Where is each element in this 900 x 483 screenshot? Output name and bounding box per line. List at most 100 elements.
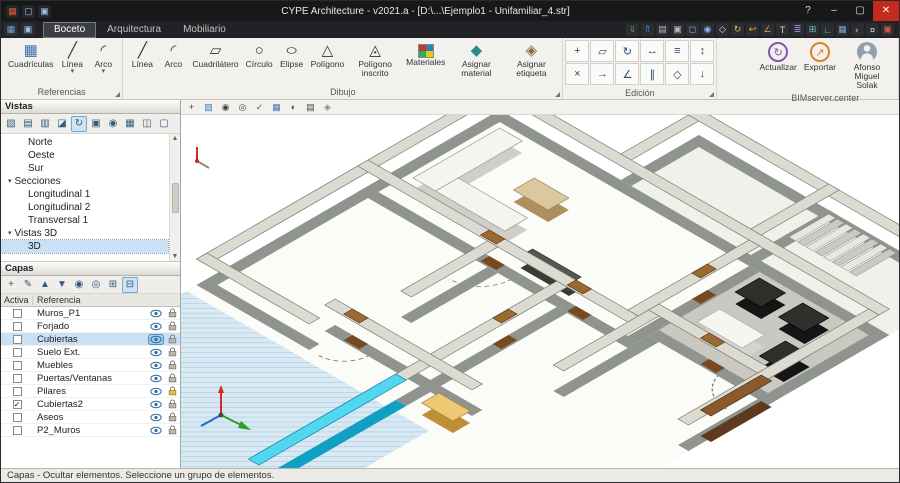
tree-item[interactable]: Longitudinal 1 [1, 188, 168, 201]
vistas-tool-icon[interactable]: ◫ [139, 116, 155, 132]
layer-checkbox[interactable] [12, 347, 22, 357]
vistas-tool-icon[interactable]: ▥ [37, 116, 53, 132]
strip-icon[interactable]: ↻ [731, 23, 744, 36]
ribbon-button[interactable]: Arco [158, 40, 188, 71]
vistas-tool-icon[interactable]: ▣ [88, 116, 104, 132]
layer-row[interactable]: Forjado [1, 320, 180, 333]
minimize-button[interactable]: – [821, 1, 847, 21]
tree-item[interactable]: Longitudinal 2 [1, 201, 168, 214]
strip-icon[interactable]: ◇ [716, 23, 729, 36]
strip-icon[interactable]: ◐ [851, 23, 864, 36]
edit-tool-button[interactable]: ↔ [640, 40, 665, 62]
ribbon-button[interactable]: Línea [127, 40, 157, 71]
capas-tool-icon[interactable]: ◎ [88, 277, 104, 293]
edit-tool-button[interactable]: ↻ [615, 40, 640, 62]
strip-icon[interactable]: ▣ [881, 23, 894, 36]
eye-icon[interactable] [149, 348, 163, 357]
viewport-tool-icon[interactable]: ▦ [269, 101, 284, 114]
edit-tool-button[interactable]: ↕ [690, 40, 715, 62]
maximize-button[interactable]: ▢ [847, 1, 873, 21]
chevron-down-icon[interactable] [71, 69, 75, 75]
viewport-tool-icon[interactable]: ◐ [286, 101, 301, 114]
ribbon-button[interactable]: Asignar etiqueta [504, 40, 558, 80]
layer-checkbox[interactable] [12, 399, 22, 409]
exportar-button[interactable]: Exportar [801, 40, 839, 74]
layer-row[interactable]: Cubiertas2 [1, 398, 180, 411]
edit-tool-button[interactable]: ▱ [590, 40, 615, 62]
capas-tool-icon[interactable]: + [3, 277, 19, 293]
layer-checkbox[interactable] [12, 412, 22, 422]
edit-tool-button[interactable]: × [565, 63, 590, 85]
layer-row[interactable]: Puertas/Ventanas [1, 372, 180, 385]
ribbon-button[interactable]: Elipse [277, 40, 307, 71]
capas-tool-icon[interactable]: ▲ [37, 277, 53, 293]
scroll-down-icon[interactable]: ▼ [172, 253, 179, 260]
layer-checkbox[interactable] [12, 334, 22, 344]
tree-item[interactable]: Norte [1, 136, 168, 149]
strip-icon[interactable]: ▣ [671, 23, 684, 36]
lock-icon[interactable] [165, 347, 180, 357]
viewport-tool-icon[interactable]: ◈ [320, 101, 335, 114]
tree-item[interactable]: Transversal 1 [1, 214, 168, 227]
capas-tool-icon[interactable]: ⊞ [105, 277, 121, 293]
edit-tool-button[interactable]: ∥ [640, 63, 665, 85]
dialog-launcher-icon[interactable] [555, 92, 561, 97]
ribbon-button[interactable]: Polígono inscrito [348, 40, 402, 80]
edit-tool-button[interactable]: ◇ [665, 63, 690, 85]
layer-row[interactable]: Cubiertas [1, 333, 180, 346]
lock-icon[interactable] [165, 321, 180, 331]
tree-item[interactable]: Sur [1, 162, 168, 175]
capas-tool-icon[interactable]: ✎ [20, 277, 36, 293]
dialog-launcher-icon[interactable] [115, 92, 121, 97]
strip-icon[interactable]: ⊞ [806, 23, 819, 36]
viewport-tool-icon[interactable]: ▤ [303, 101, 318, 114]
tree-item[interactable]: ▾ Vistas 3D [1, 227, 168, 240]
scroll-up-icon[interactable]: ▲ [172, 135, 179, 142]
lock-icon[interactable] [165, 308, 180, 318]
ribbon-tab[interactable]: Boceto [43, 22, 97, 38]
titlebar-icon[interactable]: ▦ [6, 4, 19, 18]
edit-tool-button[interactable]: → [590, 63, 615, 85]
vistas-tool-icon[interactable]: ▦ [122, 116, 138, 132]
ribbon-button[interactable]: Polígono [308, 40, 348, 71]
layer-checkbox[interactable] [12, 308, 22, 318]
strip-icon[interactable]: ↩ [746, 23, 759, 36]
eye-icon[interactable] [149, 400, 163, 409]
capas-tool-icon[interactable]: ◉ [71, 277, 87, 293]
strip-icon[interactable]: ⇑ [641, 23, 654, 36]
vistas-tool-icon[interactable]: ◉ [105, 116, 121, 132]
lock-icon[interactable] [165, 360, 180, 370]
tree-item[interactable]: 3D [1, 239, 169, 254]
eye-icon[interactable] [149, 374, 163, 383]
bim-user-button[interactable]: Afonso Miguel Solak [840, 40, 894, 92]
viewport-tool-icon[interactable]: ◎ [235, 101, 250, 114]
layer-checkbox[interactable] [12, 373, 22, 383]
strip-icon[interactable]: ∟ [821, 23, 834, 36]
help-button[interactable]: ? [795, 1, 821, 21]
lock-icon[interactable] [165, 373, 180, 383]
strip-icon[interactable]: ¤ [866, 23, 879, 36]
vistas-tool-icon[interactable]: ↻ [71, 115, 87, 132]
dialog-launcher-icon[interactable] [709, 92, 715, 97]
lock-icon[interactable] [165, 386, 180, 396]
capas-tool-icon[interactable]: ⊟ [122, 276, 138, 293]
layer-row[interactable]: Suelo Ext. [1, 346, 180, 359]
titlebar-icon[interactable]: ▢ [22, 4, 35, 18]
strip-icon[interactable]: ▦ [836, 23, 849, 36]
layer-row[interactable]: Aseos [1, 411, 180, 424]
strip-icon[interactable]: ≣ [791, 23, 804, 36]
quick-icon[interactable]: ▦ [4, 23, 18, 36]
lock-icon[interactable] [165, 399, 180, 409]
3d-viewport[interactable] [181, 115, 899, 468]
lock-icon[interactable] [165, 412, 180, 422]
tree-expand-icon[interactable]: ▾ [8, 227, 12, 240]
scrollbar-thumb[interactable] [171, 182, 179, 213]
edit-tool-button[interactable]: ∠ [615, 63, 640, 85]
eye-icon[interactable] [149, 361, 163, 370]
edit-tool-button[interactable]: ≡ [665, 40, 690, 62]
strip-icon[interactable]: ▤ [656, 23, 669, 36]
layer-row[interactable]: Muros_P1 [1, 307, 180, 320]
actualizar-button[interactable]: Actualizar [757, 40, 800, 74]
edit-tool-button[interactable]: ↓ [690, 63, 715, 85]
layer-checkbox[interactable] [12, 360, 22, 370]
